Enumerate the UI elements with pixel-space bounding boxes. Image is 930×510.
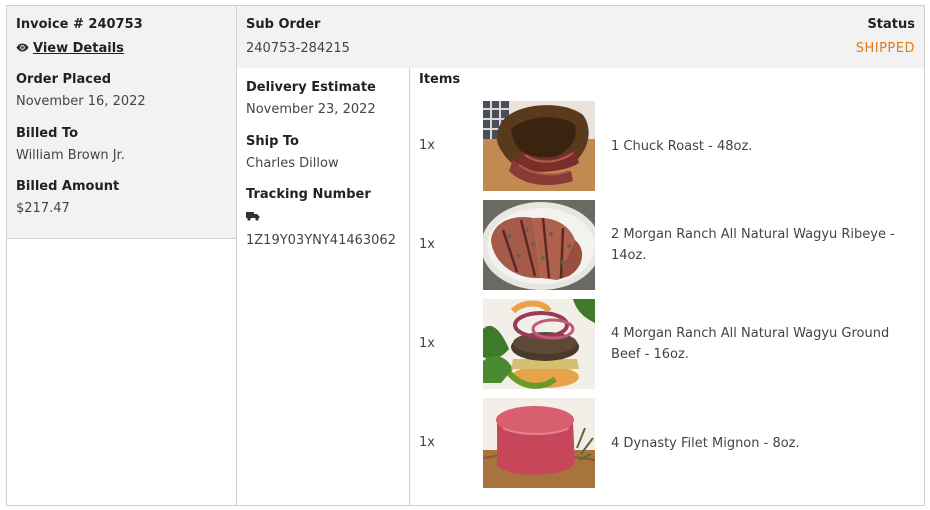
ship-to-label: Ship To [246, 134, 299, 149]
status-badge: SHIPPED [855, 41, 915, 56]
items-title: Items [419, 72, 461, 87]
billed-amount-label: Billed Amount [16, 179, 120, 194]
list-item: 1x 4 Dynasty Filet Mignon - 8oz. [410, 398, 924, 488]
list-item: 1x 2 Morgan Ranch All Natural Wagyu Ribe… [410, 200, 924, 290]
invoice-title: Invoice # 240753 [16, 17, 143, 32]
burger-image[interactable] [483, 299, 595, 389]
list-item: 1x 1 Chuck Roast - 48oz. [410, 101, 924, 191]
view-details-label[interactable]: View Details [33, 41, 124, 56]
item-quantity: 1x [419, 435, 435, 450]
item-name[interactable]: 2 Morgan Ranch All Natural Wagyu Ribeye … [611, 200, 921, 290]
tracking-number-label: Tracking Number [246, 187, 371, 202]
billed-to-label: Billed To [16, 126, 78, 141]
order-placed-label: Order Placed [16, 72, 112, 87]
chuck-roast-image[interactable] [483, 101, 595, 191]
delivery-panel: Delivery Estimate November 23, 2022 Ship… [237, 68, 410, 505]
item-name[interactable]: 1 Chuck Roast - 48oz. [611, 101, 921, 191]
items-panel: Items 1x 1 Chuck Roast - 48oz. 1x 2 Morg… [410, 68, 924, 505]
list-item: 1x 4 Morgan Ranch All Natural Wagyu Grou… [410, 299, 924, 389]
eye-icon [16, 43, 29, 52]
item-quantity: 1x [419, 237, 435, 252]
view-details-link[interactable]: View Details [16, 41, 124, 56]
item-name[interactable]: 4 Dynasty Filet Mignon - 8oz. [611, 398, 921, 488]
sub-order-value: 240753-284215 [246, 41, 350, 56]
order-placed-value: November 16, 2022 [16, 94, 146, 109]
delivery-estimate-label: Delivery Estimate [246, 80, 376, 95]
tracking-number-value[interactable]: 1Z19Y03YNY41463062 [246, 233, 396, 248]
sub-order-label: Sub Order [246, 17, 321, 32]
billed-to-value: William Brown Jr. [16, 148, 125, 163]
order-card: Invoice # 240753 View Details Order Plac… [6, 5, 925, 506]
truck-icon [246, 212, 260, 221]
sub-order-header: Sub Order 240753-284215 Status SHIPPED [237, 6, 924, 68]
invoice-panel: Invoice # 240753 View Details Order Plac… [7, 6, 237, 239]
item-quantity: 1x [419, 138, 435, 153]
delivery-estimate-value: November 23, 2022 [246, 102, 376, 117]
billed-amount-value: $217.47 [16, 201, 70, 216]
item-quantity: 1x [419, 336, 435, 351]
item-name[interactable]: 4 Morgan Ranch All Natural Wagyu Ground … [611, 299, 921, 389]
ribeye-image[interactable] [483, 200, 595, 290]
ship-to-value: Charles Dillow [246, 156, 339, 171]
filet-mignon-image[interactable] [483, 398, 595, 488]
status-label: Status [867, 17, 915, 32]
invoice-panel-spacer [7, 239, 237, 505]
